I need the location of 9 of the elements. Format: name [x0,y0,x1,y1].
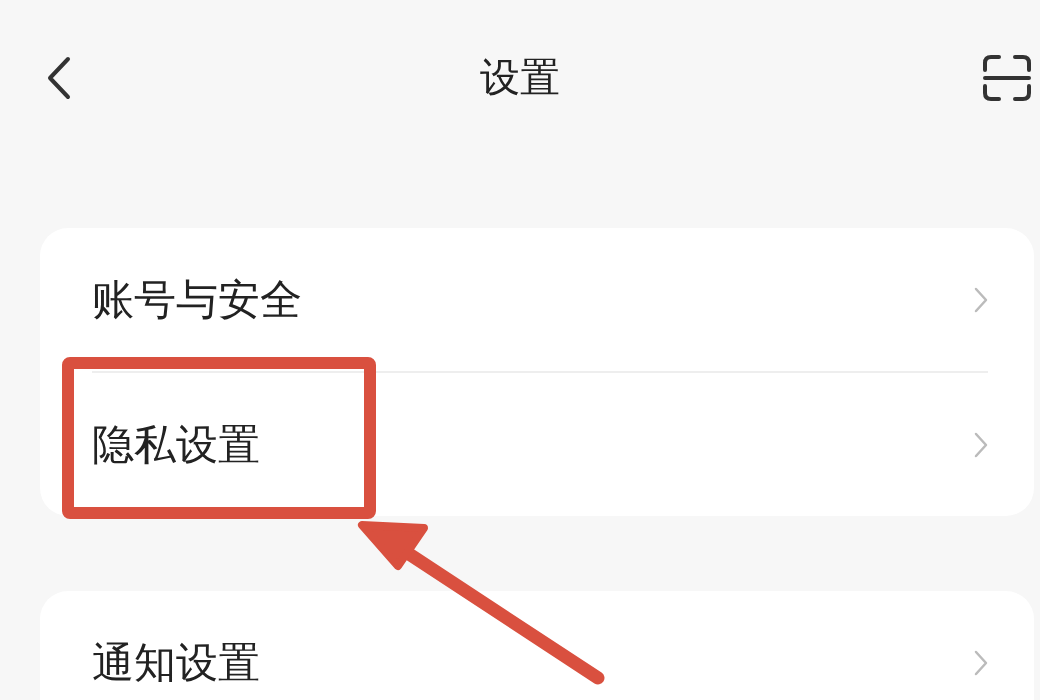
scan-icon[interactable] [982,54,1032,102]
settings-item[interactable]: 通知设置 [92,634,260,691]
back-icon[interactable] [46,56,72,100]
page-title: 设置 [480,53,560,102]
settings-item[interactable]: 账号与安全 [92,271,302,328]
chevron-icon [974,431,988,458]
chevron-icon [974,649,988,676]
chevron-icon [974,286,988,313]
settings-item[interactable]: 隐私设置 [92,416,260,473]
